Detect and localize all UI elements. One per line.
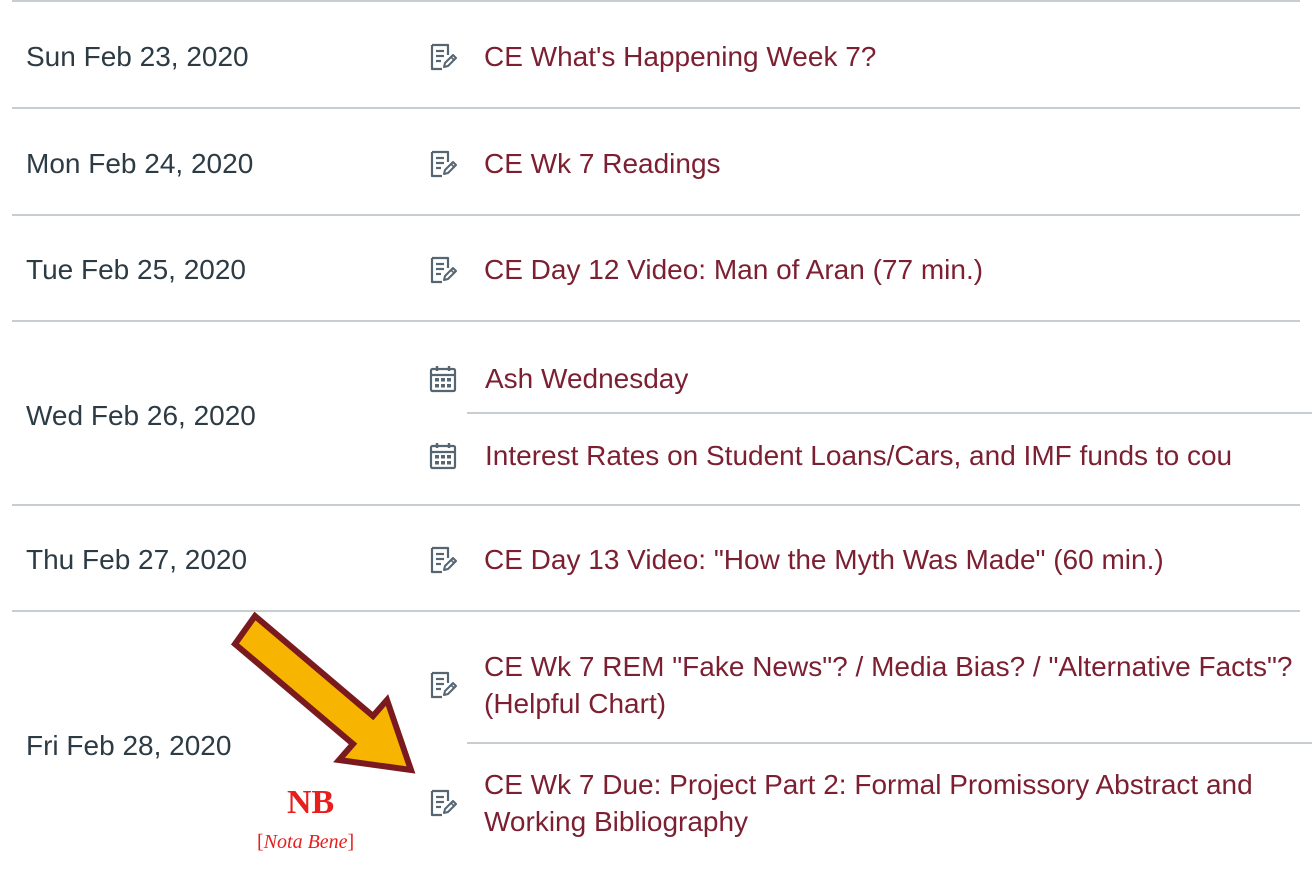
agenda-item[interactable]: Interest Rates on Student Loans/Cars, an… <box>428 437 1312 474</box>
assignment-icon <box>428 42 458 72</box>
agenda-item[interactable]: CE Day 12 Video: Man of Aran (77 min.) <box>428 251 1312 288</box>
assignment-icon <box>428 149 458 179</box>
agenda-item[interactable]: CE Day 13 Video: "How the Myth Was Made"… <box>428 541 1312 578</box>
nota-bene-label: [Nota Bene] <box>257 831 355 853</box>
day-date-wed: Wed Feb 26, 2020 <box>26 400 256 431</box>
agenda-item-link[interactable]: CE Day 13 Video: "How the Myth Was Made"… <box>484 541 1164 578</box>
event-divider <box>467 412 1312 414</box>
assignment-icon <box>428 788 458 818</box>
agenda-item-link[interactable]: Interest Rates on Student Loans/Cars, an… <box>485 437 1232 474</box>
day-date-fri: Fri Feb 28, 2020 <box>26 730 232 761</box>
agenda-item[interactable]: CE What's Happening Week 7? <box>428 38 1312 75</box>
agenda-item-link[interactable]: CE What's Happening Week 7? <box>484 38 876 75</box>
day-date-thu: Thu Feb 27, 2020 <box>26 544 248 575</box>
agenda-item[interactable]: CE Wk 7 REM "Fake News"? / Media Bias? /… <box>428 648 1312 722</box>
day-divider <box>12 610 1300 612</box>
calendar-agenda-list: Sun Feb 23, 2020 CE What's Happening Wee… <box>0 0 1312 873</box>
day-date-tue: Tue Feb 25, 2020 <box>26 254 247 285</box>
day-date-mon: Mon Feb 24, 2020 <box>26 148 254 179</box>
day-date-sun: Sun Feb 23, 2020 <box>26 41 249 72</box>
assignment-icon <box>428 545 458 575</box>
agenda-item-link[interactable]: CE Wk 7 Readings <box>484 145 721 182</box>
calendar-icon <box>428 441 458 471</box>
day-divider <box>12 0 1300 2</box>
nb-label: NB <box>287 784 335 821</box>
agenda-item[interactable]: Ash Wednesday <box>428 360 1312 397</box>
highlight-arrow <box>230 612 416 774</box>
agenda-item[interactable]: CE Wk 7 Due: Project Part 2: Formal Prom… <box>428 766 1312 840</box>
day-divider <box>12 214 1300 216</box>
agenda-item[interactable]: CE Wk 7 Readings <box>428 145 1312 182</box>
assignment-icon <box>428 255 458 285</box>
assignment-icon <box>428 670 458 700</box>
agenda-item-link[interactable]: CE Wk 7 Due: Project Part 2: Formal Prom… <box>484 766 1304 840</box>
agenda-item-link[interactable]: CE Day 12 Video: Man of Aran (77 min.) <box>484 251 983 288</box>
calendar-icon <box>428 364 458 394</box>
agenda-item-link[interactable]: CE Wk 7 REM "Fake News"? / Media Bias? /… <box>484 648 1304 722</box>
event-divider <box>467 742 1312 744</box>
day-divider <box>12 504 1300 506</box>
day-divider <box>12 320 1300 322</box>
agenda-item-link[interactable]: Ash Wednesday <box>485 360 688 397</box>
day-divider <box>12 107 1300 109</box>
